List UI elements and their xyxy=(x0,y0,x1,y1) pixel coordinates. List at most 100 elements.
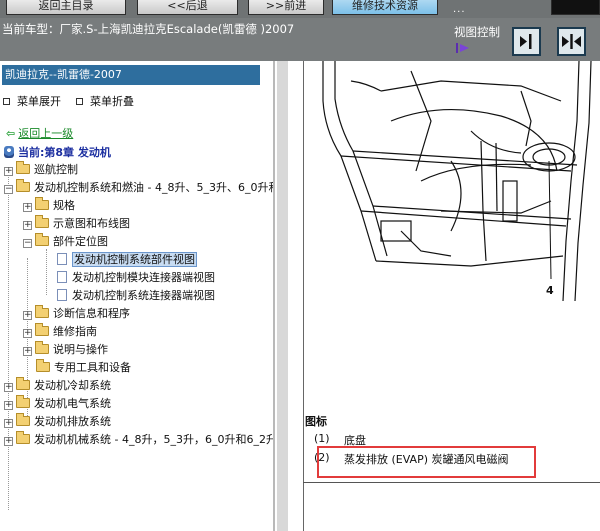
folder-open-icon xyxy=(16,179,30,192)
top-toolbar: 返回主目录 <<后退 >>前进 维修技术资源 ... xyxy=(0,0,600,18)
tree-item-engine-control-fuel[interactable]: − 发动机控制系统和燃油 - 4_8升、5_3升、6_0升和6_2升 xyxy=(4,179,273,197)
document-icon xyxy=(57,253,67,265)
plus-icon: + xyxy=(4,382,13,392)
section-divider xyxy=(303,482,600,483)
book-icon xyxy=(4,146,14,158)
back-up-link[interactable]: ⇦ 返回上一级 xyxy=(6,125,73,141)
back-up-label: 返回上一级 xyxy=(18,127,74,140)
forward-button[interactable]: >>前进 xyxy=(248,0,324,15)
tree-item-label: 部件定位图 xyxy=(53,235,108,248)
tree-connector xyxy=(46,249,47,295)
folder-icon xyxy=(35,305,49,318)
toolbar-extra-button[interactable] xyxy=(551,0,600,15)
folder-icon xyxy=(35,215,49,228)
tree-item-label: 发动机冷却系统 xyxy=(34,379,111,392)
plus-icon: + xyxy=(23,328,32,338)
menu-collapse-label: 菜单折叠 xyxy=(90,95,134,108)
highlight-box xyxy=(317,446,536,478)
tree-item-engine-mechanical[interactable]: + 发动机机械系统 - 4_8升，5_3升，6_0升和6_2升 xyxy=(4,431,275,449)
header-bar: 当前车型：厂家.S-上海凯迪拉克Escalade(凯雷德 )2007 视图控制 xyxy=(0,18,600,61)
plus-icon: + xyxy=(23,346,32,356)
tree-item-label: 诊断信息和程序 xyxy=(53,307,130,320)
folder-icon xyxy=(35,323,49,336)
tree-item-component-locator[interactable]: − 部件定位图 xyxy=(23,233,108,251)
menu-expand-label: 菜单展开 xyxy=(17,95,61,108)
tree-item-engine-electrical[interactable]: + 发动机电气系统 xyxy=(4,395,111,413)
tree-connector xyxy=(8,170,9,510)
back-button[interactable]: <<后退 xyxy=(137,0,238,15)
minus-icon: − xyxy=(23,238,32,248)
plus-icon: + xyxy=(4,400,13,410)
folder-icon xyxy=(36,359,50,372)
tree-item-repair-guide[interactable]: + 维修指南 xyxy=(23,323,97,341)
tree-item-label: 维修指南 xyxy=(53,325,97,338)
tree-item-ecm-connector-views[interactable]: 发动机控制模块连接器端视图 xyxy=(57,269,215,287)
panel-splitter[interactable] xyxy=(277,61,288,531)
tree-item-schematics[interactable]: + 示意图和布线图 xyxy=(23,215,130,233)
minus-icon: − xyxy=(4,184,13,194)
tree-item-label: 发动机电气系统 xyxy=(34,397,111,410)
document-icon xyxy=(57,289,67,301)
tree-item-cruise-control[interactable]: + 巡航控制 xyxy=(4,161,78,179)
document-icon xyxy=(57,271,67,283)
page-margin-line xyxy=(303,61,304,531)
expand-square-icon xyxy=(3,98,10,105)
tree-item-label: 发动机控制系统和燃油 - 4_8升、5_3升、6_0升和6_2升 xyxy=(34,181,273,194)
home-button[interactable]: 返回主目录 xyxy=(6,0,126,15)
plus-icon: + xyxy=(4,166,13,176)
current-chapter: 当前:第8章 发动机 xyxy=(4,144,111,160)
folder-icon xyxy=(16,431,30,444)
tree-item-label: 说明与操作 xyxy=(53,343,108,356)
plus-icon: + xyxy=(23,220,32,230)
tree-item-engine-cooling[interactable]: + 发动机冷却系统 xyxy=(4,377,111,395)
tree-item-description-operation[interactable]: + 说明与操作 xyxy=(23,341,108,359)
current-vehicle-text: 当前车型：厂家.S-上海凯迪拉克Escalade(凯雷德 )2007 xyxy=(2,22,295,36)
tree-item-label: 发动机排放系统 xyxy=(34,415,111,428)
view-control-label: 视图控制 xyxy=(454,25,500,39)
tree-item-label: 发动机控制系统连接器端视图 xyxy=(72,289,215,302)
tree-item-special-tools[interactable]: 专用工具和设备 xyxy=(36,359,131,377)
plus-icon: + xyxy=(23,310,32,320)
repair-resource-button[interactable]: 维修技术资源 xyxy=(332,0,438,15)
tree-item-label: 巡航控制 xyxy=(34,163,78,176)
arrow-right-bar-icon xyxy=(520,34,532,49)
menu-expand-button[interactable]: 菜单展开 xyxy=(3,93,61,109)
folder-icon xyxy=(16,413,30,426)
folder-icon xyxy=(16,395,30,408)
tree-item-label-selected: 发动机控制系统部件视图 xyxy=(72,252,197,267)
tree-item-label: 示意图和布线图 xyxy=(53,217,130,230)
callout-label: 4 xyxy=(546,284,554,297)
tree-item-diagnostics[interactable]: + 诊断信息和程序 xyxy=(23,305,130,323)
split-arrows-icon xyxy=(562,34,581,49)
plus-icon: + xyxy=(4,436,13,446)
folder-icon xyxy=(16,377,30,390)
current-chapter-label: 当前:第8章 发动机 xyxy=(18,146,111,159)
plus-icon: + xyxy=(23,202,32,212)
folder-icon xyxy=(35,197,49,210)
folder-icon xyxy=(16,161,30,174)
folder-icon xyxy=(35,341,49,354)
tree-item-label: 专用工具和设备 xyxy=(54,361,131,374)
arrow-left-icon: ⇦ xyxy=(6,127,16,140)
tree-item-specifications[interactable]: + 规格 xyxy=(23,197,75,215)
menu-collapse-button[interactable]: 菜单折叠 xyxy=(76,93,134,109)
plus-icon: + xyxy=(4,418,13,428)
tree-item-engine-exhaust[interactable]: + 发动机排放系统 xyxy=(4,413,111,431)
collapse-square-icon xyxy=(76,98,83,105)
folder-open-icon xyxy=(35,233,49,246)
chassis-diagram: 4 xyxy=(322,61,592,302)
toolbar-more-link[interactable]: ... xyxy=(453,4,466,15)
tree-item-component-views[interactable]: 发动机控制系统部件视图 xyxy=(57,251,197,269)
collapse-tree-button[interactable] xyxy=(512,27,541,56)
tree-item-label: 规格 xyxy=(53,199,75,212)
tree-item-system-connector-views[interactable]: 发动机控制系统连接器端视图 xyxy=(57,287,215,305)
view-control-icon xyxy=(456,43,469,53)
legend-num: (1) xyxy=(314,432,330,445)
legend-title: 图标 xyxy=(305,415,327,428)
tree-title: 凯迪拉克--凯雷德-2007 xyxy=(2,65,260,85)
tree-item-label: 发动机控制模块连接器端视图 xyxy=(72,271,215,284)
navigation-tree-panel: 凯迪拉克--凯雷德-2007 菜单展开 菜单折叠 ⇦ 返回上一级 当前:第8章 发… xyxy=(0,61,275,531)
expand-tree-button[interactable] xyxy=(557,27,586,56)
tree-item-label: 发动机机械系统 - 4_8升，5_3升，6_0升和6_2升 xyxy=(34,433,275,446)
content-panel: 4 图标 (1) 底盘 (2) 蒸发排放 (EVAP) 炭罐通风电磁阀 xyxy=(277,61,600,531)
